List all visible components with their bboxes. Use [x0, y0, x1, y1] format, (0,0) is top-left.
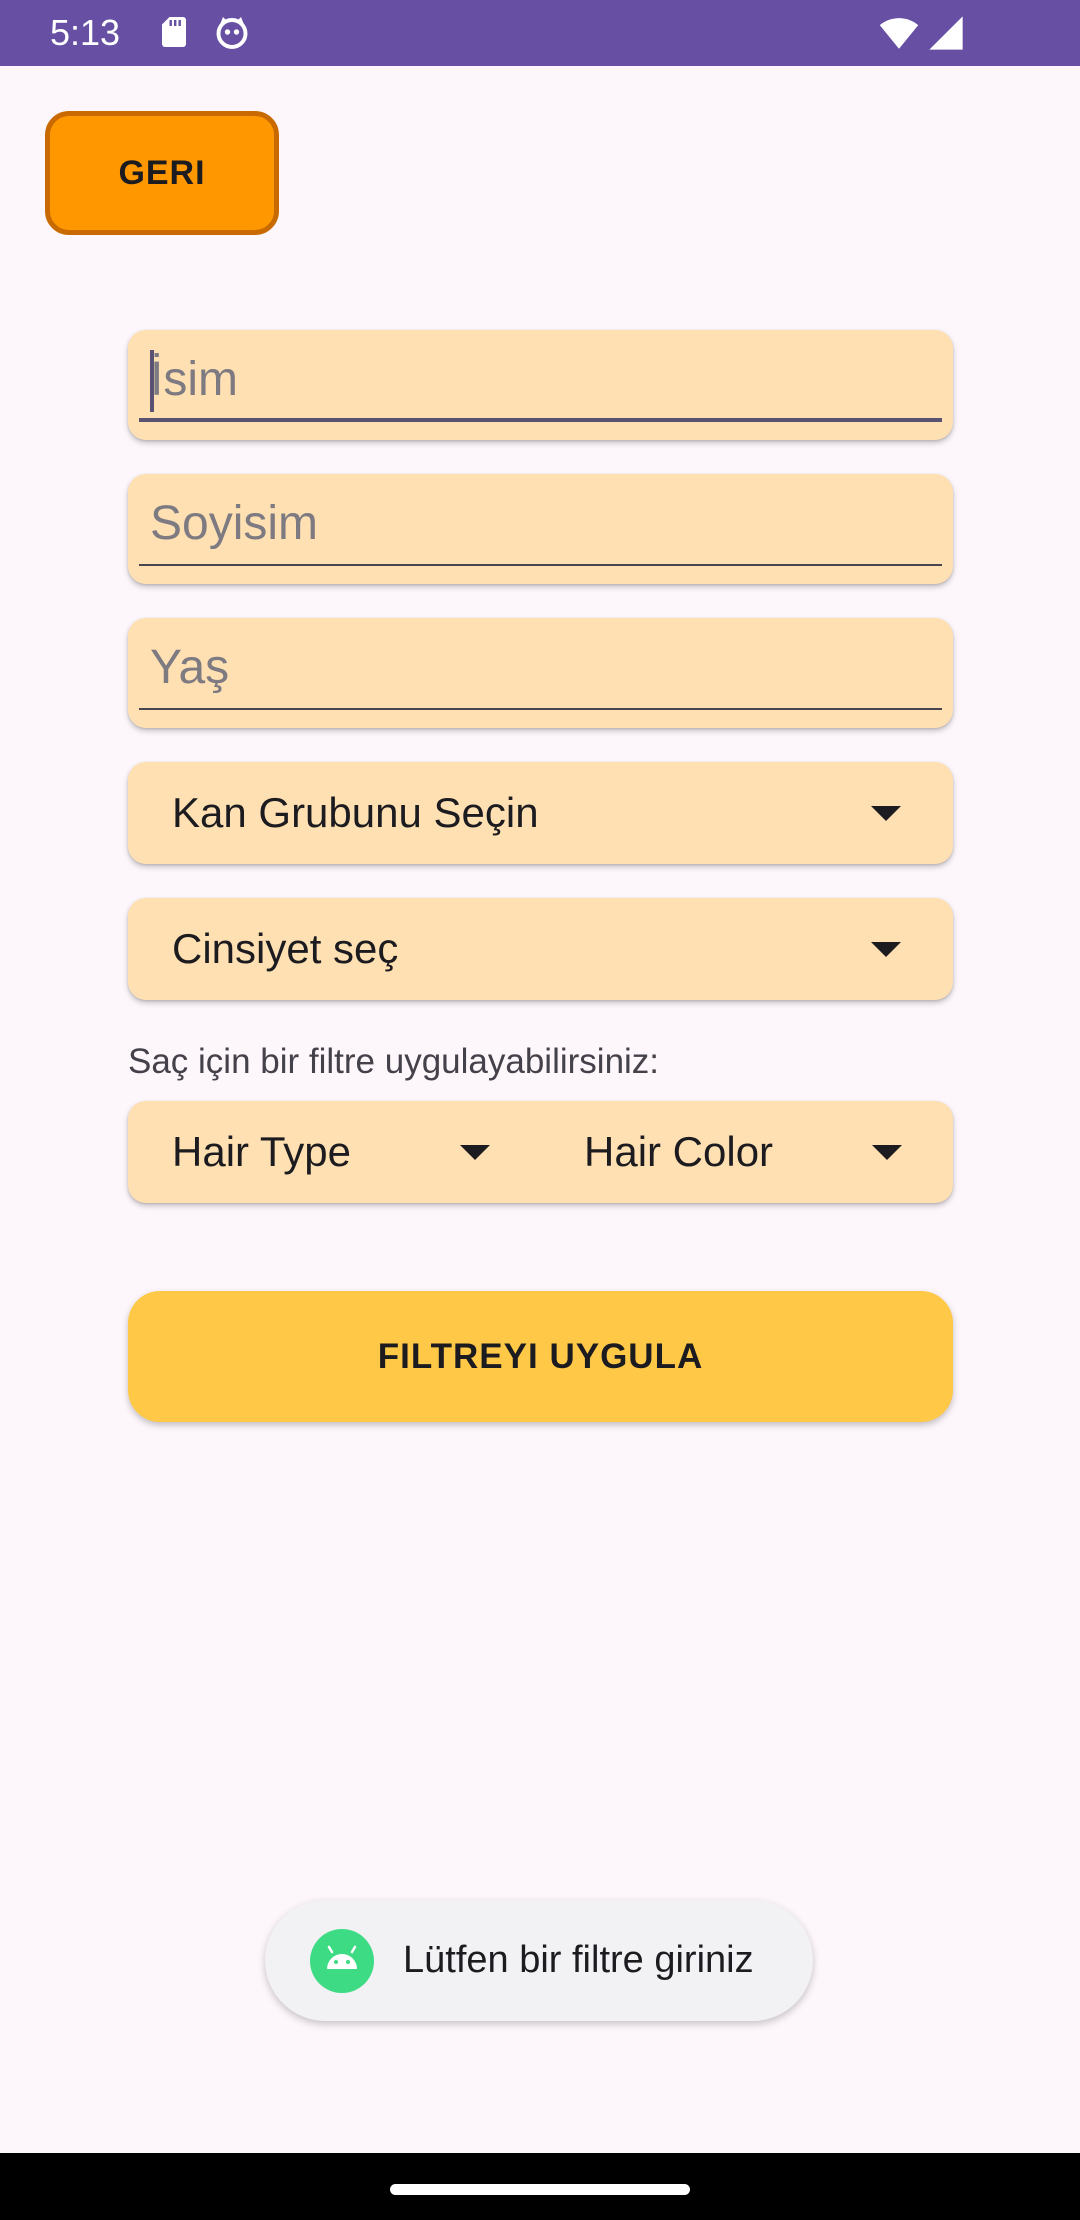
hair-type-selected: Hair Type: [172, 1128, 351, 1175]
gender-selected: Cinsiyet seç: [172, 925, 399, 972]
android-icon: [310, 1929, 374, 1993]
cat-face-icon: [216, 17, 248, 49]
hair-filter-hint: Saç için bir filtre uygulayabilirsiniz:: [128, 1042, 660, 1081]
hair-type-dropdown[interactable]: Hair Type: [128, 1101, 540, 1203]
status-bar: 5:13: [0, 0, 1080, 66]
surname-placeholder: Soyisim: [150, 497, 319, 550]
back-button[interactable]: GERI: [45, 111, 279, 235]
toast-message: Lütfen bir filtre giriniz: [403, 1939, 754, 1981]
surname-field-underline: [139, 564, 942, 566]
signal-icon: [929, 16, 963, 50]
name-field[interactable]: İsim: [128, 330, 953, 440]
chevron-down-icon: [871, 942, 901, 957]
chevron-down-icon: [460, 1145, 490, 1160]
age-field-underline: [139, 708, 942, 710]
chevron-down-icon: [871, 806, 901, 821]
sd-card-icon: [162, 17, 186, 47]
hair-filter-row: Hair Type Hair Color: [128, 1101, 953, 1203]
toast: Lütfen bir filtre giriniz: [265, 1900, 813, 2021]
age-placeholder: Yaş: [150, 641, 230, 694]
name-field-underline: [139, 418, 942, 422]
hair-color-dropdown[interactable]: Hair Color: [540, 1101, 953, 1203]
surname-field[interactable]: Soyisim: [128, 474, 953, 584]
apply-filter-button[interactable]: FILTREYI UYGULA: [128, 1291, 953, 1422]
gender-dropdown[interactable]: Cinsiyet seç: [128, 898, 953, 1000]
home-gesture-handle[interactable]: [390, 2184, 690, 2195]
hair-color-selected: Hair Color: [584, 1128, 774, 1175]
name-placeholder: İsim: [150, 353, 238, 406]
wifi-icon: [879, 18, 919, 49]
blood-group-selected: Kan Grubunu Seçin: [172, 789, 539, 836]
status-time: 5:13: [50, 12, 121, 53]
chevron-down-icon: [872, 1145, 902, 1160]
age-field[interactable]: Yaş: [128, 618, 953, 728]
text-cursor: [150, 350, 154, 412]
blood-group-dropdown[interactable]: Kan Grubunu Seçin: [128, 762, 953, 864]
